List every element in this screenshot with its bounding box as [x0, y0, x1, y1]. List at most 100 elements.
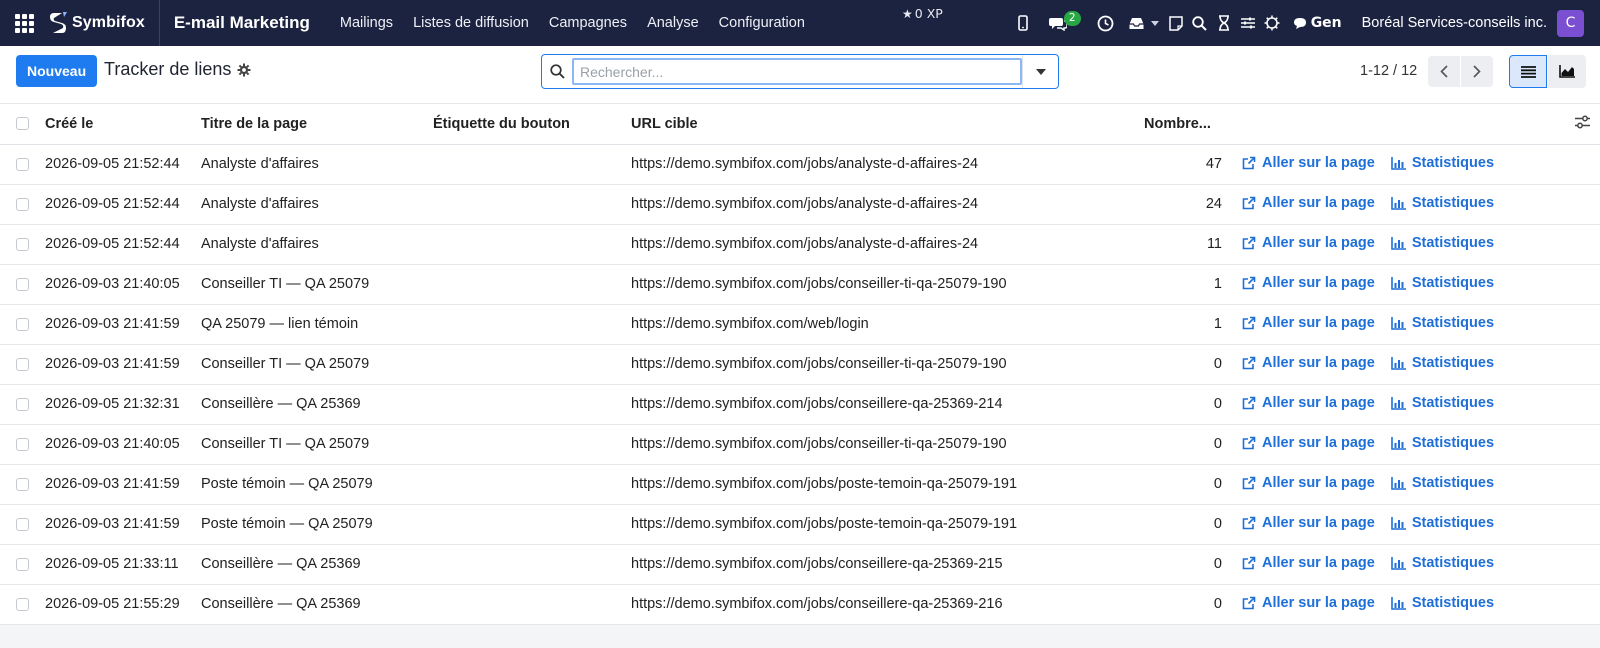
apps-menu-button[interactable]: [0, 0, 48, 46]
table-row[interactable]: 2026-09-05 21:52:44 Analyste d'affaires ht…: [0, 224, 1600, 265]
menu-item-mailings[interactable]: Mailings: [330, 15, 403, 31]
table-row[interactable]: 2026-09-05 21:32:31 Conseillère — QA 2536…: [0, 384, 1600, 425]
cell-button-label: [433, 504, 631, 545]
go-to-page-button[interactable]: Aller sur la page: [1242, 515, 1375, 531]
row-checkbox[interactable]: [16, 357, 29, 371]
go-to-page-button[interactable]: Aller sur la page: [1242, 155, 1375, 171]
table-row[interactable]: 2026-09-05 21:52:44 Analyste d'affaires ht…: [0, 144, 1600, 185]
list-view-button[interactable]: [1509, 55, 1547, 88]
bug-icon[interactable]: [1261, 15, 1283, 31]
table-row[interactable]: 2026-09-03 21:41:59 Poste témoin — QA 250…: [0, 464, 1600, 505]
table-row[interactable]: 2026-09-05 21:33:11 Conseillère — QA 2536…: [0, 544, 1600, 585]
bar-chart-icon: [1391, 156, 1406, 170]
pager-value[interactable]: 1-12 / 12: [1360, 63, 1417, 79]
row-checkbox[interactable]: [16, 437, 29, 451]
new-button[interactable]: Nouveau: [16, 55, 98, 87]
go-to-page-button[interactable]: Aller sur la page: [1242, 555, 1375, 571]
go-to-page-button[interactable]: Aller sur la page: [1242, 315, 1375, 331]
go-to-page-button[interactable]: Aller sur la page: [1242, 395, 1375, 411]
statistics-button[interactable]: Statistiques: [1391, 315, 1494, 331]
phone-icon[interactable]: [1011, 15, 1035, 31]
note-icon[interactable]: [1165, 15, 1187, 31]
row-checkbox[interactable]: [16, 157, 29, 171]
sliders-icon[interactable]: [1237, 16, 1259, 30]
table-row[interactable]: 2026-09-05 21:55:29 Conseillère — QA 2536…: [0, 584, 1600, 625]
brand[interactable]: Symbifox: [48, 0, 160, 46]
column-header-target-url[interactable]: URL cible: [631, 104, 1144, 145]
bar-chart-icon: [1391, 516, 1406, 530]
xp-indicator[interactable]: ★ 0 XP: [902, 6, 943, 21]
row-checkbox[interactable]: [16, 317, 29, 331]
external-link-icon: [1242, 396, 1256, 409]
row-checkbox[interactable]: [16, 477, 29, 491]
row-select-cell: [0, 144, 45, 185]
graph-view-button[interactable]: [1548, 55, 1586, 88]
column-header-page-title[interactable]: Titre de la page: [201, 104, 433, 145]
external-link-icon: [1242, 276, 1256, 289]
statistics-button[interactable]: Statistiques: [1391, 355, 1494, 371]
avatar[interactable]: C: [1557, 9, 1584, 37]
cell-actions: Aller sur la page Statistiques: [1226, 144, 1600, 185]
table-row[interactable]: 2026-09-03 21:41:59 Poste témoin — QA 250…: [0, 504, 1600, 545]
gen-button[interactable]: Gen: [1293, 15, 1342, 31]
inbox-icon[interactable]: [1125, 17, 1149, 30]
row-checkbox[interactable]: [16, 197, 29, 211]
table-row[interactable]: 2026-09-03 21:41:59 QA 25079 — lien témoi…: [0, 304, 1600, 345]
caret-down-icon: [1035, 68, 1046, 75]
pager-previous-button[interactable]: [1428, 56, 1460, 87]
chat-button[interactable]: 2: [1043, 11, 1087, 31]
statistics-button[interactable]: Statistiques: [1391, 235, 1494, 251]
menu-item-analyse[interactable]: Analyse: [637, 15, 709, 31]
row-select-cell: [0, 504, 45, 545]
page-title: Tracker de liens: [104, 59, 251, 80]
statistics-button[interactable]: Statistiques: [1391, 395, 1494, 411]
search-icon[interactable]: [1189, 15, 1211, 31]
statistics-button[interactable]: Statistiques: [1391, 555, 1494, 571]
row-checkbox[interactable]: [16, 517, 29, 531]
company-switcher[interactable]: Boréal Services-conseils inc.: [1362, 15, 1547, 31]
pager-next-button[interactable]: [1461, 56, 1493, 87]
table-row[interactable]: 2026-09-03 21:40:05 Conseiller TI — QA 25…: [0, 424, 1600, 465]
row-checkbox[interactable]: [16, 397, 29, 411]
statistics-button[interactable]: Statistiques: [1391, 155, 1494, 171]
search-input[interactable]: [572, 58, 1022, 85]
menu-item-campagnes[interactable]: Campagnes: [539, 15, 637, 31]
gear-icon[interactable]: [237, 63, 251, 77]
search-options-toggle[interactable]: [1022, 55, 1058, 88]
row-checkbox[interactable]: [16, 557, 29, 571]
row-checkbox[interactable]: [16, 597, 29, 611]
hourglass-icon[interactable]: [1213, 15, 1235, 31]
statistics-button[interactable]: Statistiques: [1391, 435, 1494, 451]
go-to-page-button[interactable]: Aller sur la page: [1242, 275, 1375, 291]
select-all-checkbox[interactable]: [16, 117, 29, 131]
go-to-page-button[interactable]: Aller sur la page: [1242, 235, 1375, 251]
table-row[interactable]: 2026-09-05 21:52:44 Analyste d'affaires ht…: [0, 184, 1600, 225]
table-row[interactable]: 2026-09-03 21:40:05 Conseiller TI — QA 25…: [0, 264, 1600, 305]
cell-button-label: [433, 304, 631, 345]
go-to-page-button[interactable]: Aller sur la page: [1242, 355, 1375, 371]
go-to-page-button[interactable]: Aller sur la page: [1242, 435, 1375, 451]
row-checkbox[interactable]: [16, 237, 29, 251]
go-to-page-label: Aller sur la page: [1262, 314, 1375, 331]
clock-icon[interactable]: [1095, 15, 1117, 32]
menu-item-listes-de-diffusion[interactable]: Listes de diffusion: [403, 15, 539, 31]
column-header-count[interactable]: Nombre...: [1144, 104, 1226, 145]
column-header-button-label[interactable]: Étiquette du bouton: [433, 104, 631, 145]
column-settings-icon[interactable]: [1575, 115, 1590, 129]
go-to-page-button[interactable]: Aller sur la page: [1242, 475, 1375, 491]
statistics-button[interactable]: Statistiques: [1391, 195, 1494, 211]
inbox-dropdown-chevron-icon[interactable]: [1149, 20, 1161, 26]
menu-item-configuration[interactable]: Configuration: [709, 15, 815, 31]
cell-target-url: https://demo.symbifox.com/jobs/conseille…: [631, 544, 1144, 585]
statistics-button[interactable]: Statistiques: [1391, 475, 1494, 491]
app-title[interactable]: E-mail Marketing: [160, 13, 330, 33]
statistics-button[interactable]: Statistiques: [1391, 515, 1494, 531]
cell-created: 2026-09-05 21:33:11: [45, 544, 201, 585]
go-to-page-button[interactable]: Aller sur la page: [1242, 595, 1375, 611]
table-row[interactable]: 2026-09-03 21:41:59 Conseiller TI — QA 25…: [0, 344, 1600, 385]
column-header-created[interactable]: Créé le: [45, 104, 201, 145]
statistics-button[interactable]: Statistiques: [1391, 275, 1494, 291]
row-checkbox[interactable]: [16, 277, 29, 291]
go-to-page-button[interactable]: Aller sur la page: [1242, 195, 1375, 211]
statistics-button[interactable]: Statistiques: [1391, 595, 1494, 611]
